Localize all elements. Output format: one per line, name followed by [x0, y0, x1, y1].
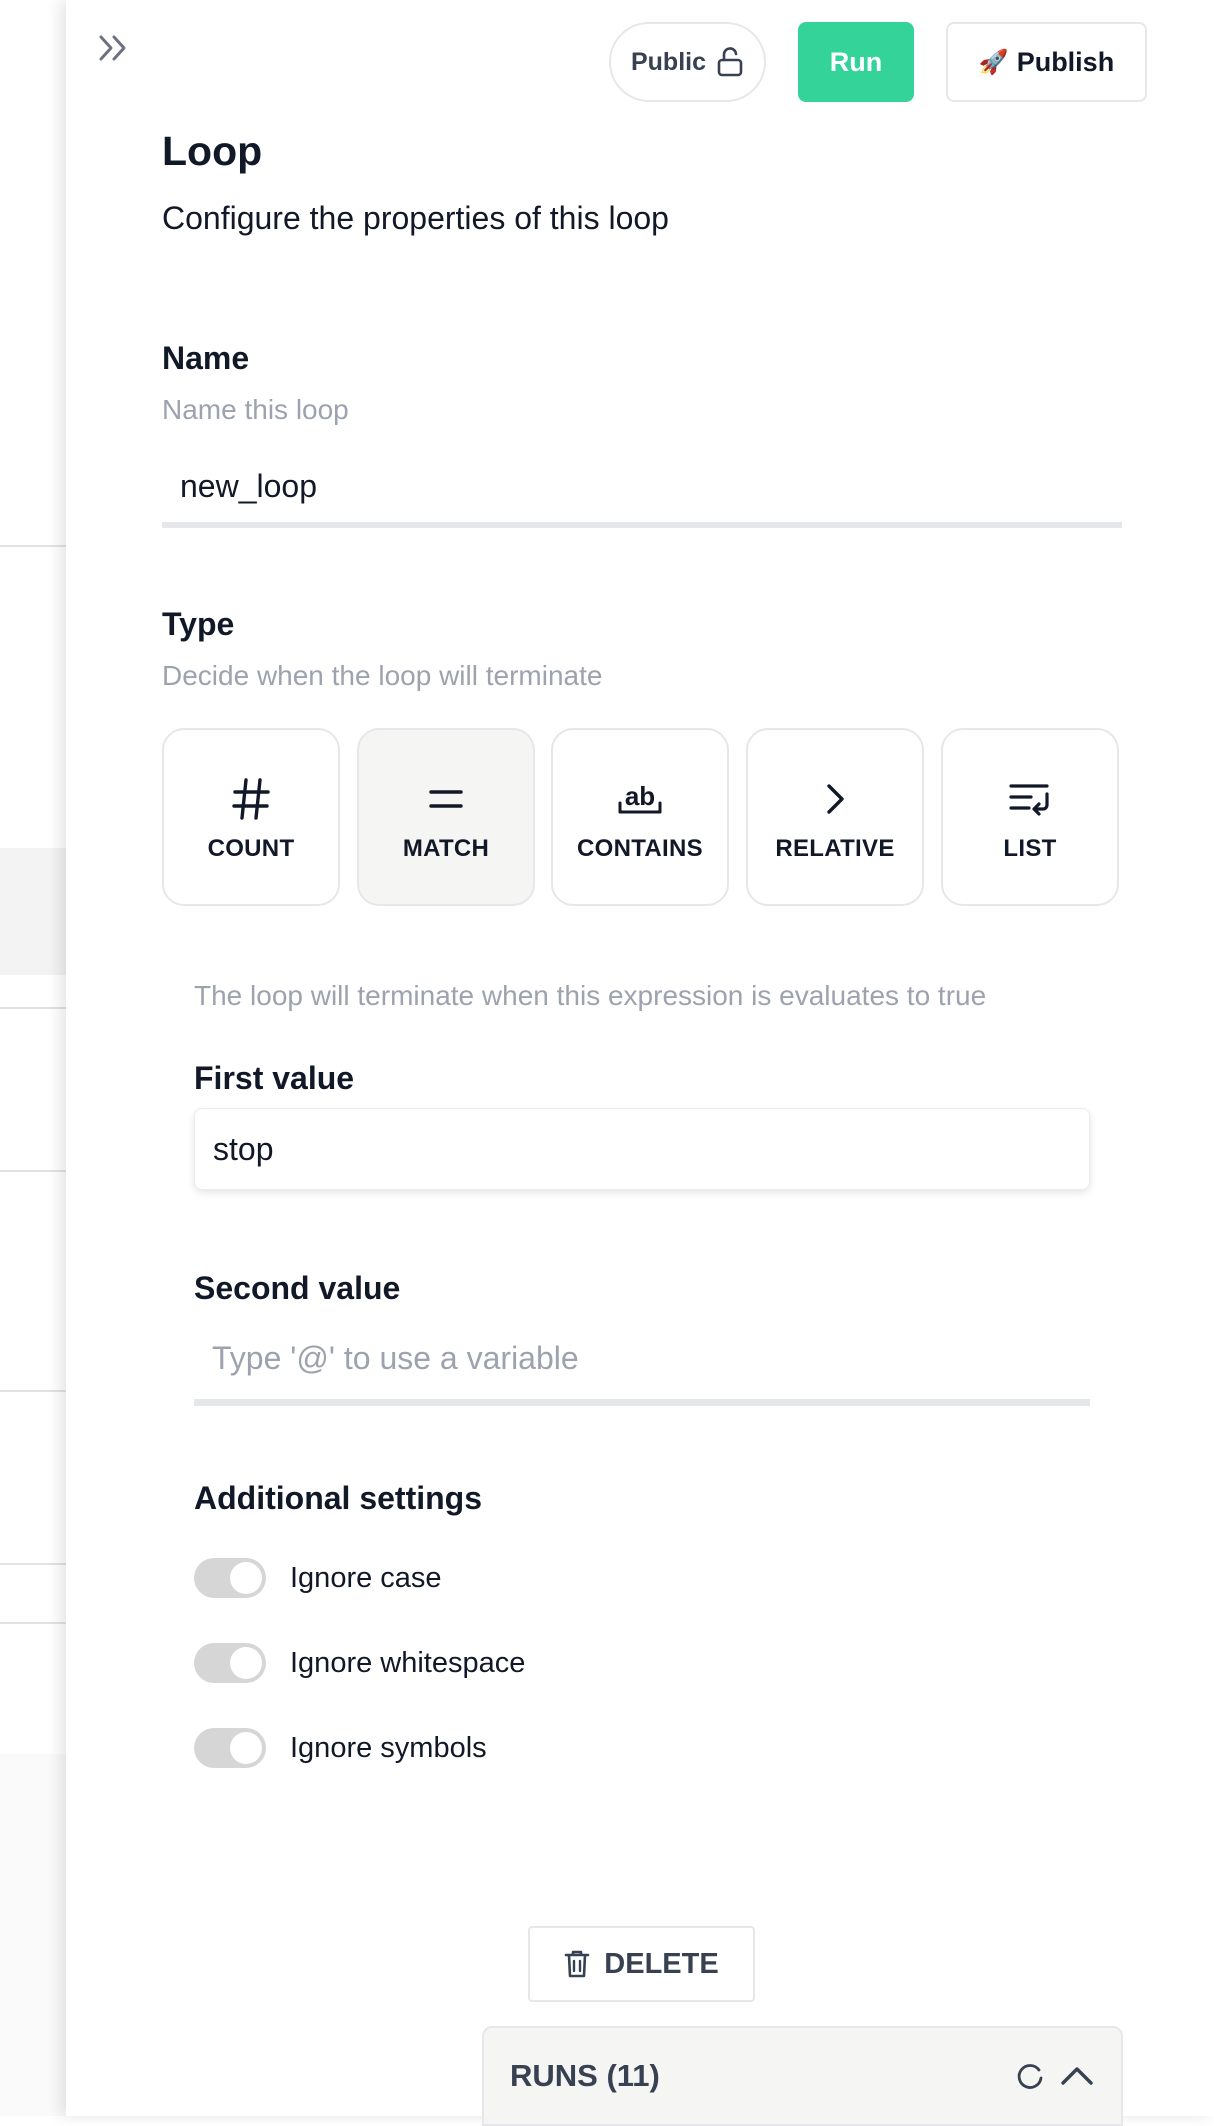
text-ab-icon: ab: [618, 781, 662, 814]
match-description: The loop will terminate when this expres…: [194, 980, 987, 1011]
visibility-label: Public: [630, 47, 706, 76]
loop-name-input[interactable]: new_loop: [162, 450, 1122, 528]
visibility-toggle-button[interactable]: Public: [609, 22, 766, 102]
type-option-list[interactable]: LIST: [941, 728, 1119, 906]
chevron-up-icon[interactable]: [1059, 2061, 1095, 2091]
type-label: Type: [162, 606, 235, 642]
type-option-label: LIST: [1003, 835, 1057, 862]
run-button[interactable]: Run: [798, 22, 914, 102]
type-option-label: RELATIVE: [775, 835, 895, 862]
additional-settings-label: Additional settings: [194, 1480, 482, 1516]
ignore-whitespace-toggle[interactable]: [194, 1643, 266, 1683]
name-label: Name: [162, 340, 250, 376]
toggle-knob: [230, 1732, 262, 1764]
type-option-match[interactable]: MATCH: [357, 728, 535, 906]
toggle-knob: [230, 1562, 262, 1594]
runs-panel-header[interactable]: RUNS (11): [482, 2026, 1123, 2126]
canvas-divider: [0, 1390, 66, 1392]
svg-text:ab: ab: [625, 781, 655, 811]
second-value-input[interactable]: Type '@' to use a variable: [194, 1318, 1090, 1406]
canvas-node-block: [0, 848, 66, 975]
type-hint: Decide when the loop will terminate: [162, 660, 603, 691]
page-title: Loop: [162, 128, 263, 174]
type-option-label: COUNT: [207, 835, 295, 862]
type-option-label: CONTAINS: [577, 835, 703, 862]
trash-icon: [564, 1950, 590, 1978]
runs-label: RUNS (11): [510, 2058, 660, 2093]
page-subtitle: Configure the properties of this loop: [162, 200, 669, 236]
type-option-count[interactable]: COUNT: [162, 728, 340, 906]
second-value-label: Second value: [194, 1270, 401, 1306]
equals-icon: [429, 790, 463, 808]
toggle-label: Ignore symbols: [290, 1731, 487, 1764]
setting-ignore-whitespace: Ignore whitespace: [194, 1643, 525, 1683]
loop-properties-panel: [66, 0, 1214, 2116]
refresh-icon[interactable]: [1015, 2061, 1045, 2091]
hash-icon: [232, 778, 270, 820]
type-option-relative[interactable]: RELATIVE: [746, 728, 924, 906]
type-option-contains[interactable]: ab CONTAINS: [551, 728, 729, 906]
toggle-label: Ignore whitespace: [290, 1646, 526, 1679]
ignore-case-toggle[interactable]: [194, 1558, 266, 1598]
collapse-panel-button[interactable]: [94, 28, 134, 68]
ignore-symbols-toggle[interactable]: [194, 1728, 266, 1768]
canvas-divider: [0, 1170, 66, 1172]
setting-ignore-case: Ignore case: [194, 1558, 442, 1598]
toggle-label: Ignore case: [290, 1561, 442, 1594]
unlock-icon: [717, 47, 743, 77]
first-value-input[interactable]: stop: [194, 1108, 1090, 1190]
canvas-divider: [0, 545, 66, 547]
first-value-label: First value: [194, 1060, 355, 1096]
publish-label: Publish: [1016, 46, 1115, 77]
canvas-divider: [0, 1622, 66, 1624]
delete-button[interactable]: DELETE: [528, 1926, 755, 2002]
delete-label: DELETE: [604, 1947, 719, 1980]
chevron-right-icon: [827, 784, 844, 814]
rocket-icon: 🚀: [978, 48, 1009, 76]
canvas-bottom-area: [0, 1754, 66, 2116]
toggle-knob: [230, 1647, 262, 1679]
canvas-divider: [0, 1563, 66, 1565]
double-chevron-right-icon: [99, 35, 126, 61]
publish-button[interactable]: 🚀 Publish: [946, 22, 1147, 102]
canvas-divider: [0, 1007, 66, 1009]
setting-ignore-symbols: Ignore symbols: [194, 1728, 487, 1768]
canvas-background: [0, 0, 66, 2116]
type-option-label: MATCH: [402, 835, 490, 862]
list-wrap-icon: [1009, 784, 1049, 816]
name-hint: Name this loop: [162, 394, 349, 425]
